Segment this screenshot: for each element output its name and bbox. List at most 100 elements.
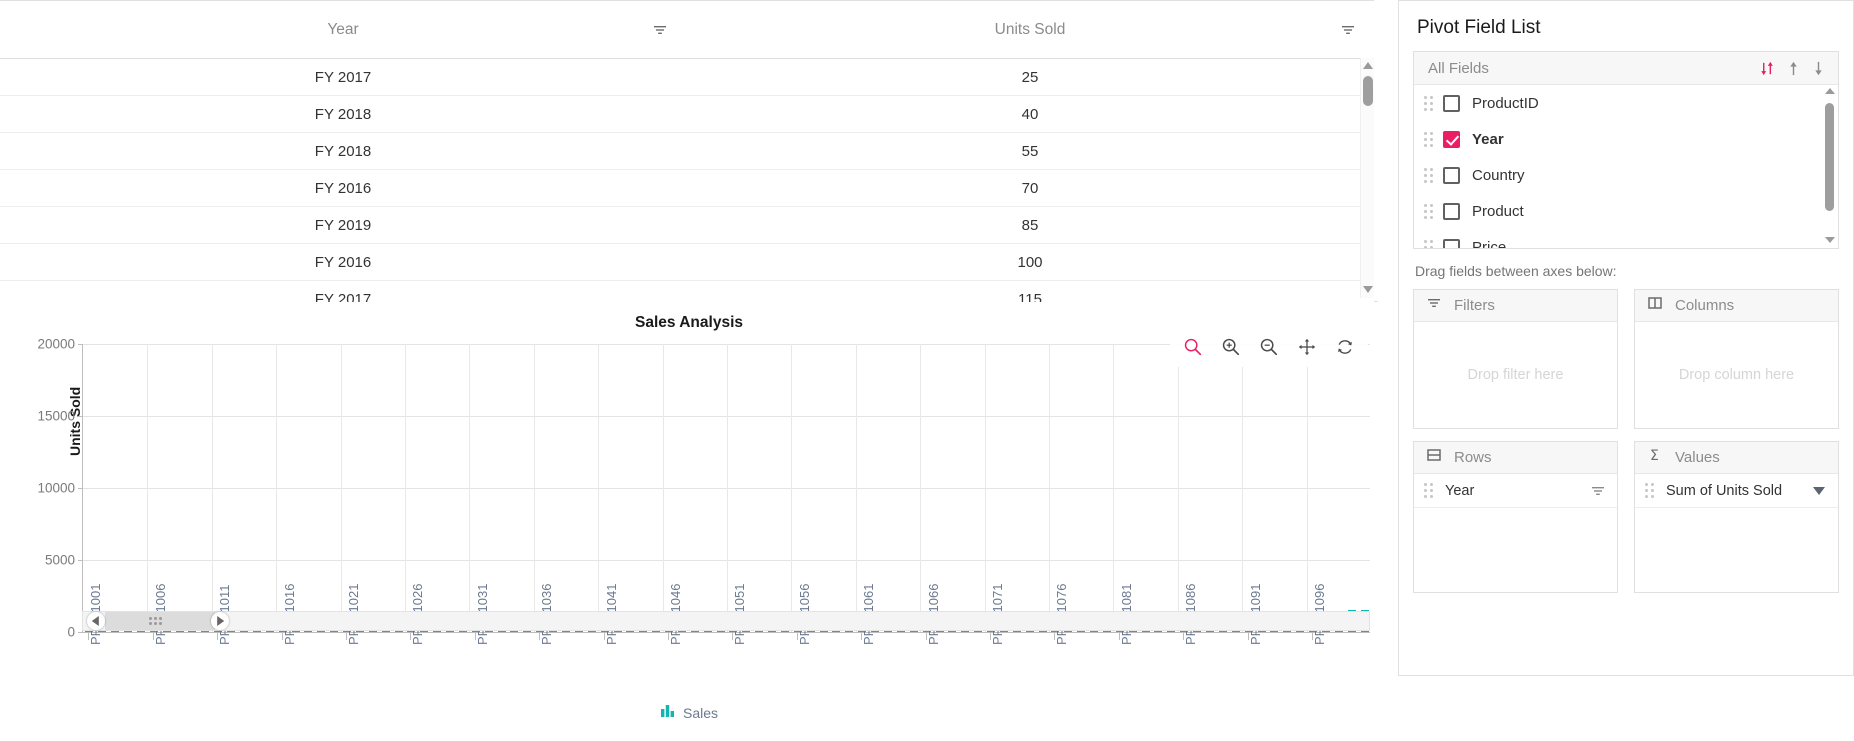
pivot-table: Year Units Sold xyxy=(0,0,1374,318)
drag-handle-icon[interactable] xyxy=(1424,483,1433,498)
drag-grip-icon[interactable] xyxy=(149,617,165,626)
all-fields-box: All Fields xyxy=(1413,51,1839,249)
axis-label-values: Values xyxy=(1675,449,1720,466)
y-axis-tick-label: 5000 xyxy=(45,553,75,568)
axis-header-values: Σ Values xyxy=(1635,442,1838,474)
field-row-productid[interactable]: ProductID xyxy=(1414,85,1838,121)
y-axis-tick-label: 0 xyxy=(67,625,75,640)
field-list: ProductID Year Country xyxy=(1414,85,1838,248)
cell-year: FY 2019 xyxy=(0,207,686,244)
cell-year: FY 2016 xyxy=(0,244,686,281)
scroll-left-arrow-icon[interactable] xyxy=(87,612,105,630)
gridline-vertical xyxy=(985,344,986,632)
cell-units-sold: 25 xyxy=(686,59,1374,96)
cell-units-sold: 40 xyxy=(686,96,1374,133)
axis-chip-label: Sum of Units Sold xyxy=(1666,483,1808,499)
field-label: ProductID xyxy=(1472,95,1539,112)
drag-handle-icon[interactable] xyxy=(1424,204,1433,219)
cell-units-sold: 85 xyxy=(686,207,1374,244)
sort-both-icon[interactable] xyxy=(1759,60,1776,77)
column-header-units-sold[interactable]: Units Sold xyxy=(686,1,1374,59)
scrollbar-thumb[interactable] xyxy=(1363,76,1373,106)
cell-units-sold: 70 xyxy=(686,170,1374,207)
column-header-year[interactable]: Year xyxy=(0,1,686,59)
drag-handle-icon[interactable] xyxy=(1424,96,1433,111)
field-label: Year xyxy=(1472,131,1504,148)
gridline-vertical xyxy=(1307,344,1308,632)
table-header-row: Year Units Sold xyxy=(0,1,1374,59)
rows-icon xyxy=(1426,447,1442,468)
checkbox-country[interactable] xyxy=(1443,167,1460,184)
axis-drop-zone-rows[interactable]: Year xyxy=(1414,474,1617,592)
cell-year: FY 2017 xyxy=(0,59,686,96)
checkbox-price[interactable] xyxy=(1443,239,1460,249)
sort-buttons xyxy=(1759,60,1830,77)
drag-handle-icon[interactable] xyxy=(1424,168,1433,183)
drop-hint-columns: Drop column here xyxy=(1635,367,1838,383)
sigma-icon: Σ xyxy=(1647,447,1663,468)
bar-chart-icon xyxy=(660,703,675,723)
axis-chip-sum-of-units-sold[interactable]: Sum of Units Sold xyxy=(1635,474,1838,508)
axis-box-filters[interactable]: Filters Drop filter here xyxy=(1413,289,1618,429)
gridline-vertical xyxy=(727,344,728,632)
column-header-year-label: Year xyxy=(327,21,358,39)
zoom-in-icon[interactable] xyxy=(1214,330,1248,364)
zoom-out-icon[interactable] xyxy=(1252,330,1286,364)
table-row[interactable]: FY 2016 100 xyxy=(0,244,1374,281)
gridline-vertical xyxy=(469,344,470,632)
axis-box-rows[interactable]: Rows Year xyxy=(1413,441,1618,593)
filter-icon[interactable] xyxy=(652,22,668,38)
scrollbar-thumb[interactable] xyxy=(1825,103,1834,211)
cell-year: FY 2018 xyxy=(0,96,686,133)
axis-drop-zone-filters[interactable]: Drop filter here xyxy=(1414,322,1617,428)
gridline-vertical xyxy=(920,344,921,632)
dropdown-caret-icon[interactable] xyxy=(1810,482,1828,500)
table-row[interactable]: FY 2018 40 xyxy=(0,96,1374,133)
drag-handle-icon[interactable] xyxy=(1645,483,1654,498)
all-fields-header: All Fields xyxy=(1414,52,1838,85)
gridline-vertical xyxy=(405,344,406,632)
axis-drop-zone-columns[interactable]: Drop column here xyxy=(1635,322,1838,428)
axis-box-columns[interactable]: Columns Drop column here xyxy=(1634,289,1839,429)
cell-units-sold: 55 xyxy=(686,133,1374,170)
legend-label-sales[interactable]: Sales xyxy=(683,705,718,721)
drag-handle-icon[interactable] xyxy=(1424,240,1433,249)
zoom-icon[interactable] xyxy=(1176,330,1210,364)
drag-handle-icon[interactable] xyxy=(1424,132,1433,147)
checkbox-product[interactable] xyxy=(1443,203,1460,220)
axis-chip-year[interactable]: Year xyxy=(1414,474,1617,508)
sort-descending-icon[interactable] xyxy=(1811,60,1826,77)
filter-icon[interactable] xyxy=(1340,22,1356,38)
sort-ascending-icon[interactable] xyxy=(1786,60,1801,77)
grid-vertical-scrollbar[interactable] xyxy=(1360,58,1374,298)
checkbox-year[interactable] xyxy=(1443,131,1460,148)
axis-box-values[interactable]: Σ Values Sum of Units Sold xyxy=(1634,441,1839,593)
reset-icon[interactable] xyxy=(1328,330,1362,364)
scroll-right-arrow-icon[interactable] xyxy=(211,612,229,630)
svg-text:Σ: Σ xyxy=(1650,448,1659,463)
chart-legend: Sales xyxy=(0,703,1378,723)
columns-icon xyxy=(1647,295,1663,316)
scroll-up-arrow-icon[interactable] xyxy=(1362,60,1374,72)
chart-horizontal-scrollbar[interactable] xyxy=(82,611,1370,631)
gridline-vertical xyxy=(1049,344,1050,632)
drag-hint-text: Drag fields between axes below: xyxy=(1399,249,1853,289)
filter-icon[interactable] xyxy=(1589,482,1607,500)
pan-icon[interactable] xyxy=(1290,330,1324,364)
field-list-scrollbar[interactable] xyxy=(1823,87,1835,246)
table-row[interactable]: FY 2016 70 xyxy=(0,170,1374,207)
table-row[interactable]: FY 2017 25 xyxy=(0,59,1374,96)
scroll-up-arrow-icon[interactable] xyxy=(1824,87,1835,97)
scroll-down-arrow-icon[interactable] xyxy=(1824,236,1835,246)
field-row-year[interactable]: Year xyxy=(1414,121,1838,157)
table-row[interactable]: FY 2019 85 xyxy=(0,207,1374,244)
table-row[interactable]: FY 2018 55 xyxy=(0,133,1374,170)
field-row-country[interactable]: Country xyxy=(1414,157,1838,193)
field-row-product[interactable]: Product xyxy=(1414,193,1838,229)
checkbox-productid[interactable] xyxy=(1443,95,1460,112)
chart-panel: Sales Analysis Units Sold 05000100001500… xyxy=(0,302,1378,741)
field-row-price[interactable]: Price xyxy=(1414,229,1838,248)
scroll-down-arrow-icon[interactable] xyxy=(1362,284,1374,296)
axis-drop-zone-values[interactable]: Sum of Units Sold xyxy=(1635,474,1838,592)
left-pane: Year Units Sold xyxy=(0,0,1378,741)
